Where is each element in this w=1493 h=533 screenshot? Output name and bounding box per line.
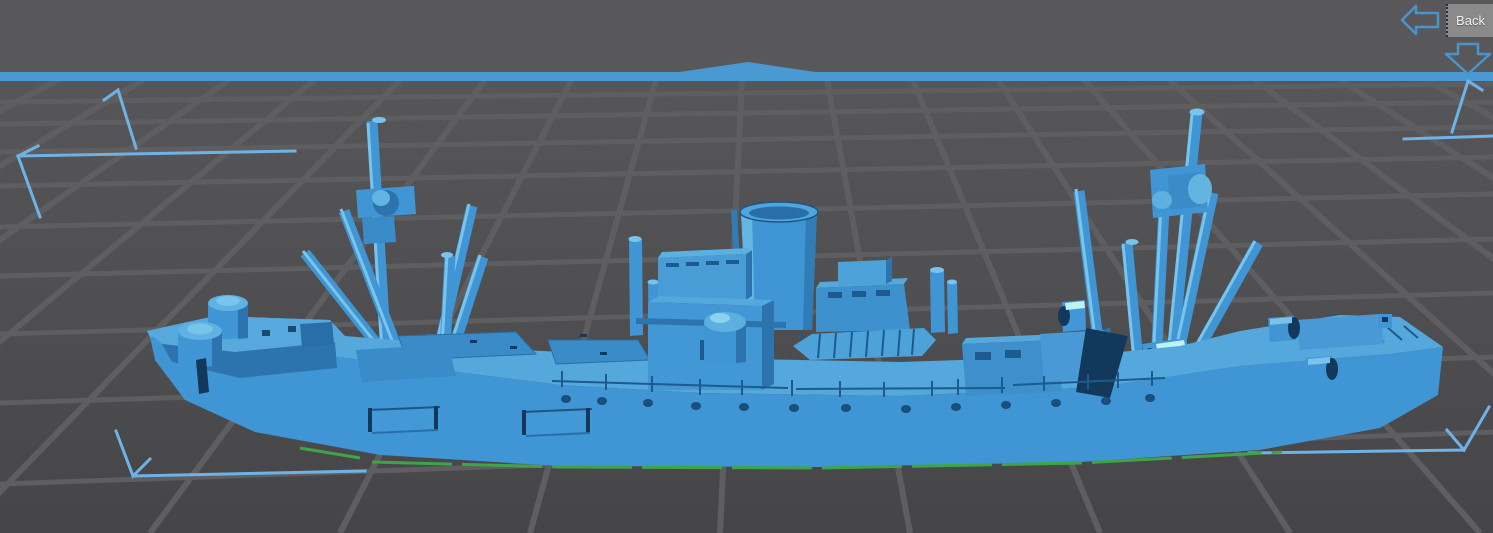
arrow-left-icon[interactable]	[1400, 0, 1442, 44]
arrow-down-icon[interactable]	[1444, 42, 1493, 78]
viewport-3d[interactable]: Back	[0, 0, 1493, 533]
dome-ventilator	[704, 312, 746, 364]
back-button-label: Back	[1456, 13, 1485, 28]
back-button[interactable]: Back	[1446, 4, 1493, 37]
